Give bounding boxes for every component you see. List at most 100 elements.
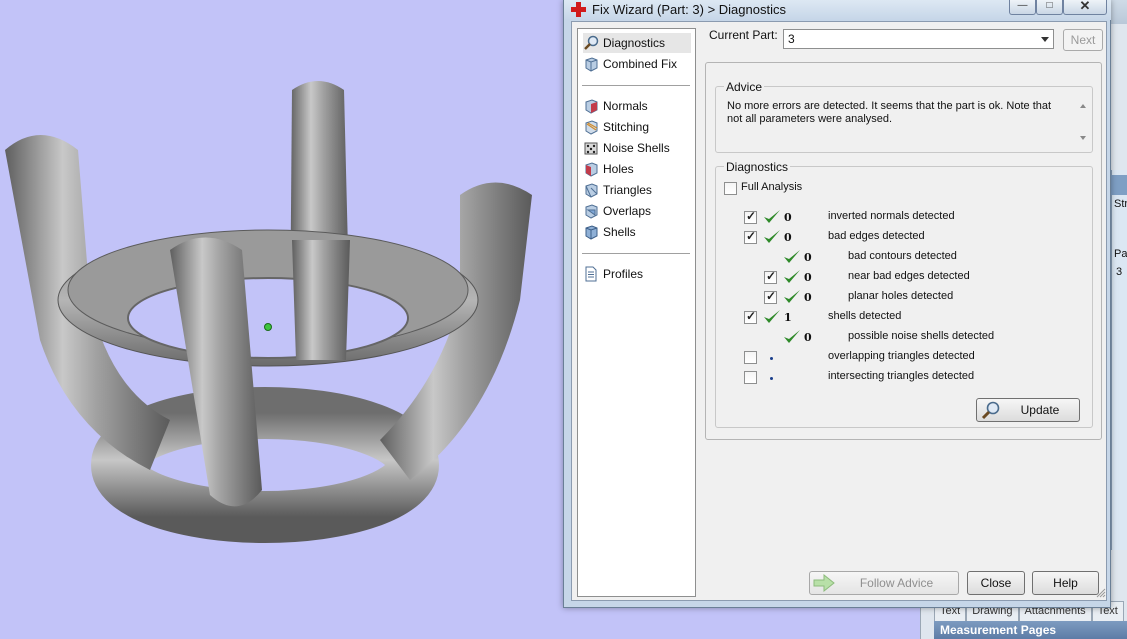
diagnostic-checkbox[interactable] [764,289,777,304]
nav-item-label: Stitching [603,120,650,134]
advice-title: Advice [724,80,765,94]
nav-item-combined-fix[interactable]: Combined Fix [583,54,691,74]
current-part-dropdown[interactable]: 3 [783,29,1054,49]
part-3d-model[interactable] [0,0,565,639]
diagnostic-count: 0 [804,291,812,304]
advice-scrollbar[interactable] [1077,98,1091,146]
diagnostic-checkbox[interactable] [744,351,757,364]
magnifier-icon [584,35,599,50]
diagnostic-label: bad contours detected [848,250,957,262]
nav-item-label: Profiles [603,267,644,281]
fix-wizard-dialog: Fix Wizard (Part: 3) > Diagnostics — □ ✕… [563,0,1111,608]
current-part-value: 3 [788,32,795,46]
measurement-pages-header[interactable]: Measurement Pages [934,621,1127,639]
triangles-cube-icon [585,183,598,198]
nav-item-diagnostics[interactable]: Diagnostics [583,33,691,53]
wizard-nav-panel: Diagnostics Combined Fix Normals Stitchi… [577,28,696,597]
close-window-button[interactable]: ✕ [1063,0,1107,15]
holes-cube-icon [585,162,598,177]
arrow-right-icon [813,574,835,592]
update-button-label: Update [1020,403,1060,417]
green-check-icon [784,270,800,283]
full-analysis-checkbox[interactable] [724,182,737,195]
nav-item-normals[interactable]: Normals [583,96,691,116]
nav-item-stitching[interactable]: Stitching [583,117,691,137]
diagnostic-count: 0 [804,251,812,264]
update-button[interactable]: Update [976,398,1080,422]
background-label-fragment: 3 [1116,266,1123,278]
pending-dot-icon [770,377,773,380]
minimize-button[interactable]: — [1009,0,1036,15]
scroll-up-icon[interactable] [1080,104,1086,108]
nav-item-label: Overlaps [603,204,652,218]
diagnostic-count: 0 [804,331,812,344]
follow-advice-button[interactable]: Follow Advice [809,571,959,595]
diagnostic-label: inverted normals detected [828,210,955,222]
cube-icon [585,57,598,72]
dialog-client-area: Diagnostics Combined Fix Normals Stitchi… [571,21,1107,601]
diagnostic-count: 1 [784,311,792,324]
diagnostic-label: shells detected [828,310,902,322]
green-check-icon [784,250,800,263]
diagnostic-checkbox[interactable] [744,229,757,244]
chevron-down-icon [1041,37,1049,42]
green-check-icon [764,310,780,323]
nav-item-profiles[interactable]: Profiles [583,264,691,284]
overlaps-cube-icon [585,204,598,219]
pending-dot-icon [770,357,773,360]
diagnostic-label: overlapping triangles detected [828,350,975,362]
current-part-label: Current Part: [709,28,778,42]
green-check-icon [784,330,800,343]
nav-separator [582,85,690,86]
diagnostic-checkbox[interactable] [764,269,777,284]
nav-item-holes[interactable]: Holes [583,159,691,179]
maximize-button[interactable]: □ [1036,0,1063,15]
stitching-cube-icon [585,120,598,135]
nav-item-label: Normals [603,99,648,113]
magnifier-icon [981,401,1000,420]
diagnostic-label: possible noise shells detected [848,330,995,342]
help-button[interactable]: Help [1032,571,1099,595]
diagnostic-count: 0 [784,231,792,244]
dialog-titlebar[interactable]: Fix Wizard (Part: 3) > Diagnostics — □ ✕ [564,0,1111,20]
background-panel-header [1111,175,1127,195]
advice-text: No more errors are detected. It seems th… [727,100,1052,125]
full-analysis-label: Full Analysis [741,181,803,193]
red-cross-icon [571,2,586,17]
scroll-down-icon[interactable] [1080,136,1086,140]
dice-icon [584,142,598,155]
background-side-panel [1111,170,1127,550]
nav-item-label: Noise Shells [603,141,670,155]
document-icon [585,266,597,282]
close-button[interactable]: Close [967,571,1025,595]
diagnostic-checkbox[interactable] [744,309,757,324]
dialog-title: Fix Wizard (Part: 3) > Diagnostics [592,2,786,17]
background-label-fragment: Pa [1114,248,1127,260]
nav-item-noise-shells[interactable]: Noise Shells [583,138,691,158]
diagnostics-title: Diagnostics [724,160,791,174]
diagnostic-label: bad edges detected [828,230,925,242]
nav-item-label: Shells [603,225,636,239]
nav-item-triangles[interactable]: Triangles [583,180,691,200]
next-button[interactable]: Next [1063,29,1103,51]
nav-item-shells[interactable]: Shells [583,222,691,242]
diagnostic-count: 0 [784,211,792,224]
green-check-icon [764,230,780,243]
diagnostic-checkbox[interactable] [744,371,757,384]
diagnostic-label: near bad edges detected [848,270,970,282]
nav-item-overlaps[interactable]: Overlaps [583,201,691,221]
green-check-icon [784,290,800,303]
diagnostic-label: planar holes detected [848,290,954,302]
green-check-icon [764,210,780,223]
nav-item-label: Combined Fix [603,57,678,71]
nav-item-label: Diagnostics [603,36,666,50]
nav-item-label: Triangles [603,183,652,197]
diagnostic-count: 0 [804,271,812,284]
nav-item-label: Holes [603,162,634,176]
shells-cube-icon [585,225,598,240]
diagnostic-checkbox[interactable] [744,209,757,224]
resize-grip-icon[interactable] [1096,588,1106,598]
normals-cube-icon [585,99,598,114]
follow-advice-label: Follow Advice [859,576,934,590]
nav-separator [582,253,690,254]
